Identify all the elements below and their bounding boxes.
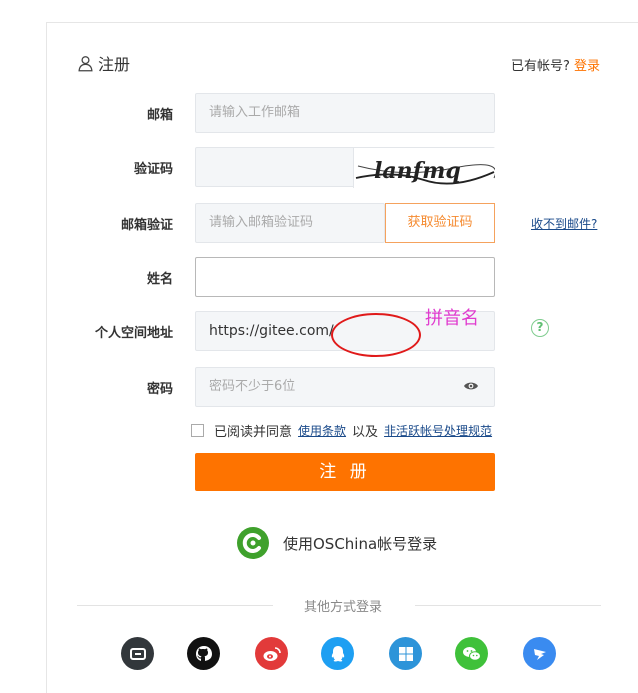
github-icon[interactable] (187, 637, 220, 670)
terms-link[interactable]: 使用条款 (298, 422, 346, 439)
login-link[interactable]: 登录 (574, 59, 600, 74)
email-code-input[interactable]: 请输入邮箱验证码 (195, 203, 385, 243)
space-url-prefix: https://gitee.com/ (209, 323, 334, 339)
oschina-login[interactable]: 使用OSChina帐号登录 (237, 527, 437, 559)
weibo-icon[interactable] (255, 637, 288, 670)
get-code-button[interactable]: 获取验证码 (385, 203, 495, 243)
email-verify-row: 邮箱验证 请输入邮箱验证码 获取验证码 收不到邮件? (47, 203, 638, 243)
policy-link[interactable]: 非活跃帐号处理规范 (384, 422, 492, 439)
help-icon[interactable]: ? (531, 319, 549, 337)
register-button[interactable]: 注 册 (195, 453, 495, 491)
wechat-icon[interactable] (455, 637, 488, 670)
qq-icon[interactable] (321, 637, 354, 670)
email-row: 邮箱 请输入工作邮箱 (47, 93, 638, 133)
register-header: 注册 (77, 51, 130, 75)
space-label: 个人空间地址 (94, 326, 173, 341)
password-row: 密码 密码不少于6位 (47, 367, 638, 407)
pinyin-annotation: 拼音名 (425, 308, 479, 329)
other-login-label: 其他方式登录 (303, 600, 382, 615)
captcha-row: 验证码 lanfmq (47, 147, 638, 188)
agreement-row: 已阅读并同意 使用条款 以及 非活跃帐号处理规范 (191, 421, 492, 440)
name-label: 姓名 (146, 272, 173, 287)
captcha-text: lanfmq (374, 158, 461, 184)
oschina-login-text: 使用OSChina帐号登录 (283, 534, 438, 553)
eye-icon[interactable] (463, 379, 479, 393)
register-card: 注册 已有帐号? 登录 邮箱 请输入工作邮箱 验证码 lanfmq 邮箱验证 请… (46, 22, 638, 693)
name-input[interactable] (195, 257, 495, 297)
login-prompt: 已有帐号? 登录 (511, 55, 600, 74)
not-received-link[interactable]: 收不到邮件? (531, 215, 597, 232)
captcha-label: 验证码 (133, 162, 173, 177)
agree-and-text: 以及 (352, 425, 379, 440)
email-input[interactable]: 请输入工作邮箱 (195, 93, 495, 133)
email-label: 邮箱 (146, 108, 173, 123)
password-label: 密码 (146, 382, 173, 397)
captcha-image[interactable]: lanfmq (353, 148, 495, 188)
agree-text: 已阅读并同意 (214, 425, 293, 440)
windows-icon[interactable] (389, 637, 422, 670)
alipay-icon[interactable] (121, 637, 154, 670)
page-title: 注册 (98, 55, 131, 74)
have-account-text: 已有帐号? (510, 59, 570, 74)
email-verify-label: 邮箱验证 (120, 218, 173, 233)
dingtalk-icon[interactable] (523, 637, 556, 670)
password-input[interactable]: 密码不少于6位 (195, 367, 495, 407)
user-icon (78, 55, 93, 71)
oschina-logo-icon (237, 527, 269, 559)
annotation-circle (331, 313, 421, 357)
name-row: 姓名 (47, 257, 638, 297)
captcha-input[interactable]: lanfmq (195, 147, 495, 188)
agree-checkbox[interactable] (191, 424, 204, 437)
